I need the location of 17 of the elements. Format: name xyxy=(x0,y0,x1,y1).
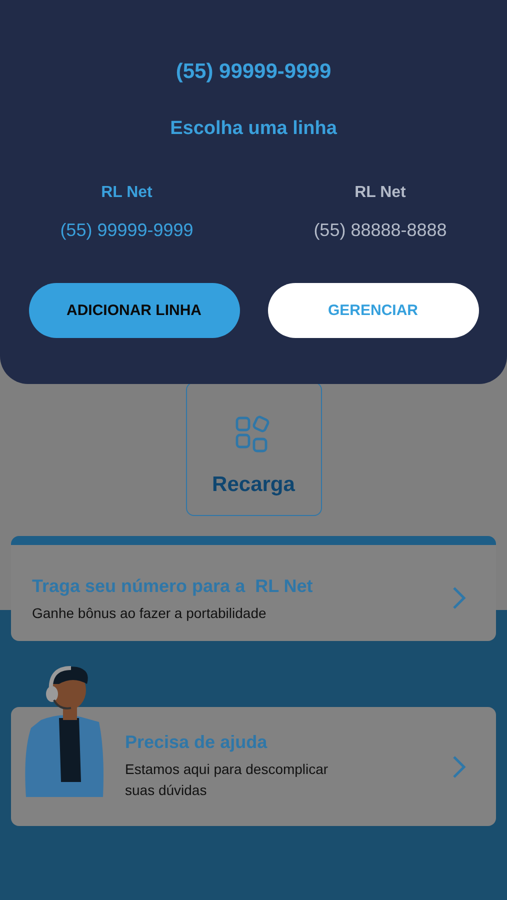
portability-card[interactable]: Traga seu número para a RL Net Ganhe bônus ao fazer a portabilidade xyxy=(11,536,496,641)
chevron-right-icon xyxy=(452,754,466,778)
line-number[interactable]: (55) 99999-9999 xyxy=(60,220,194,241)
card-title: Traga seu número para a RL Net xyxy=(32,576,314,596)
card-subtitle: Estamos aqui para descomplicar suas dúvidas xyxy=(125,760,330,800)
chevron-right-icon xyxy=(452,586,466,610)
panel-title: Escolha uma linha xyxy=(170,118,337,140)
line-operator[interactable]: RL Net xyxy=(354,184,406,202)
help-card[interactable]: Precisa de ajuda Estamos aqui para descomplicar suas dúvidas xyxy=(11,707,496,826)
card-subtitle: Ganhe bônus ao fazer a portabilidade xyxy=(32,604,268,620)
current-phone: (55) 99999-9999 xyxy=(176,60,332,84)
manage-button[interactable]: GERENCIAR xyxy=(268,283,478,338)
recharge-tile[interactable]: Recarga xyxy=(186,382,322,516)
card-title: Precisa de ajuda xyxy=(125,732,268,753)
line-number[interactable]: (55) 88888-8888 xyxy=(314,220,447,241)
line-operator[interactable]: RL Net xyxy=(101,184,152,202)
add-line-button[interactable]: ADICIONAR LINHA xyxy=(28,283,240,338)
